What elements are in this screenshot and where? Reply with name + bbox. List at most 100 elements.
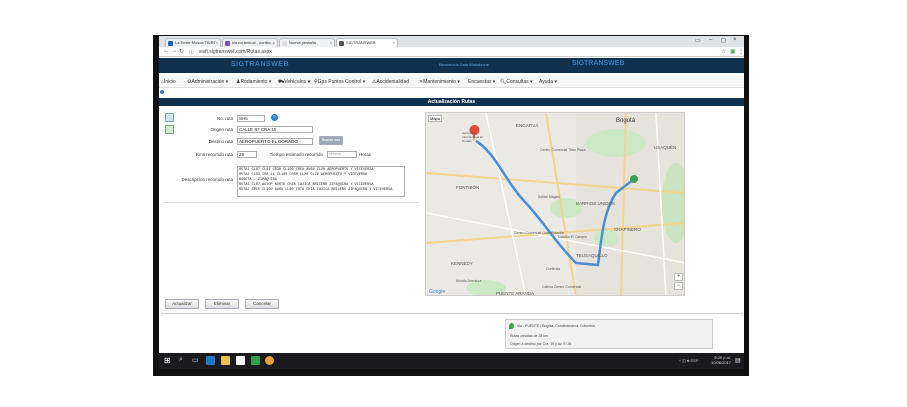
kms-label: Kms recorrido ruta [195,152,233,157]
close-tab-icon[interactable]: × [216,39,218,47]
lock-icon: ⓘ [189,50,195,56]
menu-encuestas[interactable]: Encuestas ▾ [468,79,495,85]
close-tab-icon[interactable]: × [330,39,332,47]
app-icon[interactable] [251,356,260,365]
browser-window: La Emile Mosca TB/RT × sin no textual - c… [159,36,744,369]
welcome-text: Bienvenido Sala Wabalsone [439,62,489,67]
map-label: TEUSAQUILLO [576,253,608,258]
menu-consultas[interactable]: 🔍︎Consultas ▾ [500,79,533,85]
document-edit-icon[interactable] [165,125,174,134]
clock-date: 10/06/2017 [711,360,732,365]
tab-favicon-icon [168,41,173,46]
store-icon[interactable] [236,356,245,365]
cancelar-button[interactable]: Cancelar [245,299,279,309]
map-label: Aeropuerto Internacional El Dorado [462,131,483,143]
bookmark-star-icon[interactable]: ☆ [721,48,726,55]
menu-inicio[interactable]: ⌂Inicio [161,79,176,85]
tab-label: SIGTRANSWEB [346,40,376,45]
descripcion-label: Descripcion recorrido ruta [181,177,233,182]
close-tab-icon[interactable]: × [393,39,395,47]
zoom-out-button[interactable]: − [674,282,683,290]
menu-vehiculos[interactable]: ⛟Vehículos ▾ [278,79,311,86]
tab-4[interactable]: SIGTRANSWEB × [336,38,398,47]
map-label: Calima Centro Comercial [542,285,582,289]
descripcion-textarea[interactable]: RUTA1 CL87 CL32 CR30 CL100 CR50 AV68 CL2… [237,166,405,197]
task-view-icon[interactable]: ▭ [192,356,199,364]
tiempo-input[interactable]: HH:mm [327,151,357,158]
zoom-in-button[interactable]: + [674,273,683,281]
menu-rodamiento[interactable]: ♟Rodamiento ▾ [236,79,271,85]
map-type-button[interactable]: Mapa [428,115,442,122]
menu-dots-icon[interactable]: ⋮ [738,48,744,55]
menu-mantenimiento[interactable]: ✕Mantenimiento ▾ [419,79,460,85]
minimize-icon[interactable]: – [709,37,712,43]
reload-icon[interactable]: ↻ [179,48,184,55]
map-label: USAQUÉN [654,145,677,150]
route-info-line: Origen a destino por Cra. 15 y Av. El 26 [510,342,572,346]
map-label: Mundo Aventura [456,279,482,283]
search-icon[interactable]: ⌕ [179,356,183,364]
map-label: Centro Comercial Gran Estación [514,231,565,235]
page-title: Actualización Rutas [427,99,476,105]
status-dot-icon [160,90,164,94]
route-map[interactable]: Mapa ENGATIVÁ Bogotá USAQUÉN FONTIBÓN BA… [425,112,685,296]
extension-icon[interactable]: ▣ [730,48,736,55]
tab-label: La Emile Mosca TB/RT [175,40,216,45]
tab-3[interactable]: Nueva pestaña × [279,38,335,47]
kms-input[interactable]: 28 [237,151,257,158]
map-label: Bogotá [616,118,636,124]
language-indicator[interactable]: ESP [691,358,699,363]
destino-input[interactable]: AEROPUERTO EL DORADO [237,138,313,145]
menu-gps[interactable]: ⚲Gps Puntos Control ▾ [314,79,365,85]
maximize-icon[interactable]: ◻ [721,37,726,44]
actualizar-button[interactable]: Actualizar [165,299,199,309]
site-header: SIGTRANSWEB Bienvenido Sala Wabalsone SI… [159,58,744,73]
tab-1[interactable]: La Emile Mosca TB/RT × [165,38,221,47]
tab-2[interactable]: sin no textual - conflic... × [222,38,278,47]
url-field[interactable]: sisft.sigtranswef.com/Rutas.aspx [199,49,272,55]
no-ruta-label: No. ruta [216,116,233,121]
forward-icon[interactable]: → [171,48,177,54]
tab-label: sin no textual - conflic... [232,40,274,45]
section-title-bar: Actualización Rutas [159,98,744,106]
document-add-icon[interactable] [165,113,174,122]
map-label: FONTIBÓN [456,185,480,190]
search-icon[interactable]: ⌕ [271,114,278,121]
close-tab-icon[interactable]: × [273,39,275,47]
eliminar-button[interactable]: Eliminar [205,299,239,309]
content-divider [161,313,743,314]
map-label: Centro Comercial Titán Plaza [540,148,586,152]
map-label: KENNEDY [451,261,473,266]
chrome-icon[interactable] [265,356,274,365]
form-divider [164,202,419,203]
map-label: PUENTE ARANDA [496,291,535,296]
origen-label: Origen ruta [210,127,233,132]
route-info-panel: Via - PUENTE / Bogota, Cundinamarca, Col… [505,319,713,349]
menu-accidentalidad[interactable]: ⚠Accidentalidad [372,79,409,85]
notifications-icon[interactable]: ▤ [735,357,741,364]
map-label: Corferias [546,267,561,271]
file-explorer-icon[interactable] [221,356,230,365]
clock[interactable]: 8:29 p.m. 10/06/2017 [711,355,731,365]
close-window-icon[interactable]: × [733,37,737,43]
address-bar: ← → ↻ ⓘ sisft.sigtranswef.com/Rutas.aspx… [159,47,744,57]
map-label: ENGATIVÁ [516,123,539,128]
main-menu: ⌂Inicio ⚙Administración ▾ ♟Rodamiento ▾ … [159,76,744,88]
map-label: Estadio El Campín [558,235,587,239]
origen-input[interactable]: CALLE 87 CRA 15 [237,126,313,133]
windows-start-icon[interactable]: ⊞ [164,356,171,365]
user-icon[interactable]: ▭ [695,37,701,44]
edge-icon[interactable] [206,356,215,365]
menu-ayuda[interactable]: Ayuda ▾ [539,79,557,85]
brand-logo-right: SIGTRANSWEB [572,60,625,67]
buscar-ruta-button[interactable]: Buscar ruta [319,136,343,145]
menu-administracion[interactable]: ⚙Administración ▾ [187,79,228,85]
tiempo-label: Tiempo estimado recorrido [269,152,323,157]
pin-icon [509,323,514,329]
tab-favicon-icon [282,41,287,46]
back-icon[interactable]: ← [163,48,169,54]
tab-favicon-icon [225,41,230,46]
no-ruta-input[interactable]: SH5 [237,115,265,122]
destino-label: Destino ruta [208,139,233,144]
system-tray[interactable]: ^ ◫ 🔊︎ ESP [679,358,699,363]
